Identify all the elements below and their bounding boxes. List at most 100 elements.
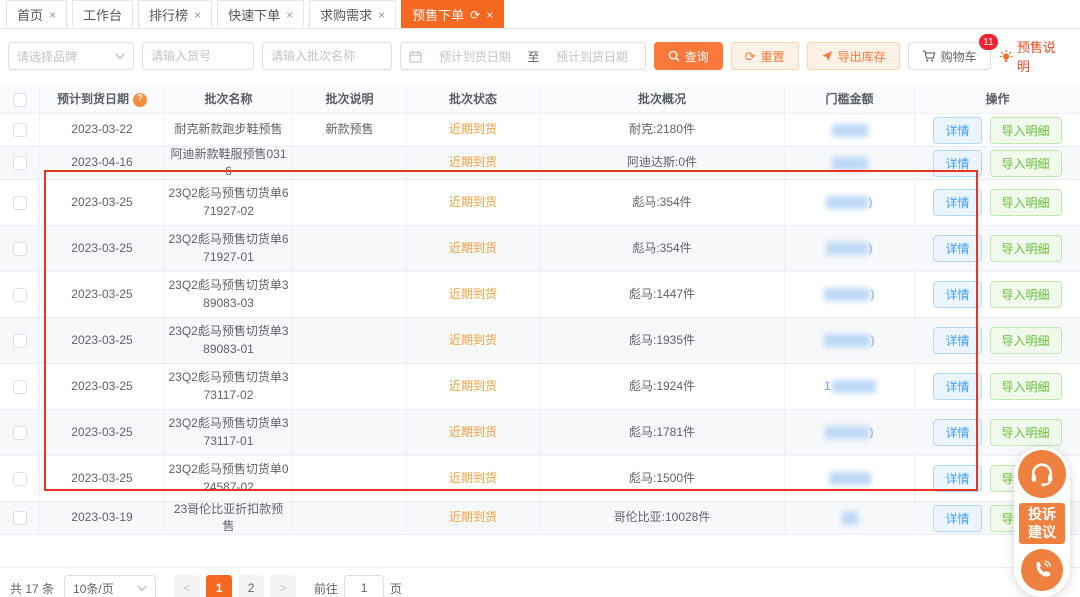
arrival-date-cell: 2023-03-19 — [40, 502, 165, 534]
goto-page-input[interactable] — [344, 575, 384, 597]
batch-name-cell: 23Q2彪马预售切货单373117-01 — [165, 410, 293, 455]
date-to-label: 至 — [527, 48, 539, 65]
close-icon[interactable]: × — [486, 9, 493, 21]
detail-button[interactable]: 详情 — [933, 419, 981, 446]
import-detail-button[interactable]: 导入明细 — [990, 235, 1062, 262]
cart-badge: 11 — [979, 34, 997, 50]
batch-table: 预计到货日期 ? 批次名称 批次说明 批次状态 批次概况 门槛金额 操作 202… — [0, 86, 1080, 568]
page-size-select[interactable]: 10条/页 — [64, 575, 156, 597]
row-checkbox[interactable] — [13, 196, 27, 210]
actions-cell: 详情导入明细 — [915, 114, 1080, 146]
batch-overview-cell: 彪马:354件 — [540, 226, 785, 271]
amount-visible-prefix: 1 — [824, 378, 831, 395]
import-detail-button[interactable]: 导入明细 — [990, 281, 1062, 308]
row-select-cell — [0, 114, 40, 146]
tab-快速下单[interactable]: 快速下单× — [217, 0, 304, 28]
row-checkbox[interactable] — [13, 380, 27, 394]
status-badge: 近期到货 — [449, 286, 497, 303]
tab-首页[interactable]: 首页× — [6, 0, 67, 28]
batch-status-cell: 近期到货 — [407, 318, 540, 363]
tab-预售下单[interactable]: 预售下单⟳× — [401, 0, 504, 28]
page-button-1[interactable]: 1 — [206, 575, 232, 597]
row-checkbox[interactable] — [13, 156, 27, 170]
complaint-suggestion-button[interactable]: 投诉 建议 — [1019, 503, 1065, 544]
export-stock-button[interactable]: 导出库存 — [807, 42, 900, 70]
detail-button[interactable]: 详情 — [933, 505, 981, 532]
chevron-down-icon — [137, 585, 147, 592]
export-stock-button-label: 导出库存 — [838, 48, 886, 65]
arrival-date-cell: 2023-03-25 — [40, 180, 165, 225]
batch-overview-cell: 耐克:2180件 — [540, 114, 785, 146]
reset-button[interactable]: ⟳ 重置 — [731, 42, 799, 70]
threshold-amount-cell — [785, 114, 915, 146]
detail-button[interactable]: 详情 — [933, 235, 981, 262]
phone-icon — [1031, 559, 1053, 581]
actions-cell: 详情导入明细 — [915, 318, 1080, 363]
import-detail-button[interactable]: 导入明细 — [990, 150, 1062, 177]
question-icon[interactable]: ? — [133, 93, 147, 107]
amount-visible-suffix: ) — [871, 332, 875, 349]
import-detail-button[interactable]: 导入明细 — [990, 419, 1062, 446]
arrival-date-cell: 2023-03-25 — [40, 272, 165, 317]
import-detail-button[interactable]: 导入明细 — [990, 117, 1062, 144]
threshold-amount-cell: ) — [785, 272, 915, 317]
row-select-cell — [0, 364, 40, 409]
next-page-button[interactable]: > — [270, 575, 296, 597]
batch-overview-cell: 彪马:354件 — [540, 180, 785, 225]
detail-button[interactable]: 详情 — [933, 373, 981, 400]
arrival-date-range-picker[interactable]: 预计到货日期 至 预计到货日期 — [400, 42, 646, 70]
import-detail-button[interactable]: 导入明细 — [990, 373, 1062, 400]
goto-page-suffix: 页 — [390, 580, 402, 597]
detail-button[interactable]: 详情 — [933, 465, 981, 492]
actions-cell: 详情导入明细 — [915, 364, 1080, 409]
status-badge: 近期到货 — [449, 424, 497, 441]
row-checkbox[interactable] — [13, 426, 27, 440]
detail-button[interactable]: 详情 — [933, 189, 981, 216]
close-icon[interactable]: × — [286, 9, 293, 21]
sku-input[interactable] — [142, 42, 254, 70]
page-button-2[interactable]: 2 — [238, 575, 264, 597]
tab-工作台[interactable]: 工作台 — [72, 0, 133, 28]
close-icon[interactable]: × — [378, 9, 385, 21]
row-checkbox[interactable] — [13, 334, 27, 348]
table-row: 2023-04-16阿迪新款鞋服预售0316近期到货阿迪达斯:0件详情导入明细 — [0, 147, 1080, 180]
refresh-icon[interactable]: ⟳ — [470, 9, 480, 21]
phone-contact-button[interactable] — [1021, 549, 1063, 591]
presale-note-link[interactable]: 预售说明 — [999, 37, 1072, 75]
batch-name-input[interactable] — [262, 42, 392, 70]
arrival-date-cell: 2023-04-16 — [40, 147, 165, 179]
row-checkbox[interactable] — [13, 288, 27, 302]
actions-cell: 详情导入明细 — [915, 180, 1080, 225]
import-detail-button[interactable]: 导入明细 — [990, 189, 1062, 216]
tab-求购需求[interactable]: 求购需求× — [309, 0, 396, 28]
row-checkbox[interactable] — [13, 472, 27, 486]
table-row: 2023-03-2523Q2彪马预售切货单024587-02近期到货彪马:150… — [0, 456, 1080, 502]
threshold-amount-cell: ) — [785, 226, 915, 271]
select-all-checkbox[interactable] — [13, 93, 27, 107]
brand-select[interactable]: 请选择品牌 — [8, 42, 134, 70]
detail-button[interactable]: 详情 — [933, 117, 981, 144]
detail-button[interactable]: 详情 — [933, 327, 981, 354]
status-badge: 近期到货 — [449, 470, 497, 487]
cart-button[interactable]: 购物车 11 — [908, 42, 991, 70]
close-icon[interactable]: × — [49, 9, 56, 21]
batch-overview-cell: 阿迪达斯:0件 — [540, 147, 785, 179]
detail-button[interactable]: 详情 — [933, 281, 981, 308]
date-end-placeholder: 预计到货日期 — [547, 48, 636, 65]
close-icon[interactable]: × — [194, 9, 201, 21]
row-checkbox[interactable] — [13, 511, 27, 525]
header-select-all — [0, 86, 40, 113]
actions-cell: 详情导入明细 — [915, 147, 1080, 179]
tab-排行榜[interactable]: 排行榜× — [138, 0, 212, 28]
batch-desc-cell — [293, 364, 407, 409]
prev-page-button[interactable]: < — [174, 575, 200, 597]
batch-desc-cell — [293, 502, 407, 534]
search-button[interactable]: 查询 — [654, 42, 723, 70]
row-checkbox[interactable] — [13, 123, 27, 137]
amount-visible-suffix: ) — [869, 194, 873, 211]
customer-service-button[interactable] — [1018, 450, 1066, 498]
detail-button[interactable]: 详情 — [933, 150, 981, 177]
import-detail-button[interactable]: 导入明细 — [990, 327, 1062, 354]
row-checkbox[interactable] — [13, 242, 27, 256]
header-threshold-amount: 门槛金额 — [785, 86, 915, 113]
